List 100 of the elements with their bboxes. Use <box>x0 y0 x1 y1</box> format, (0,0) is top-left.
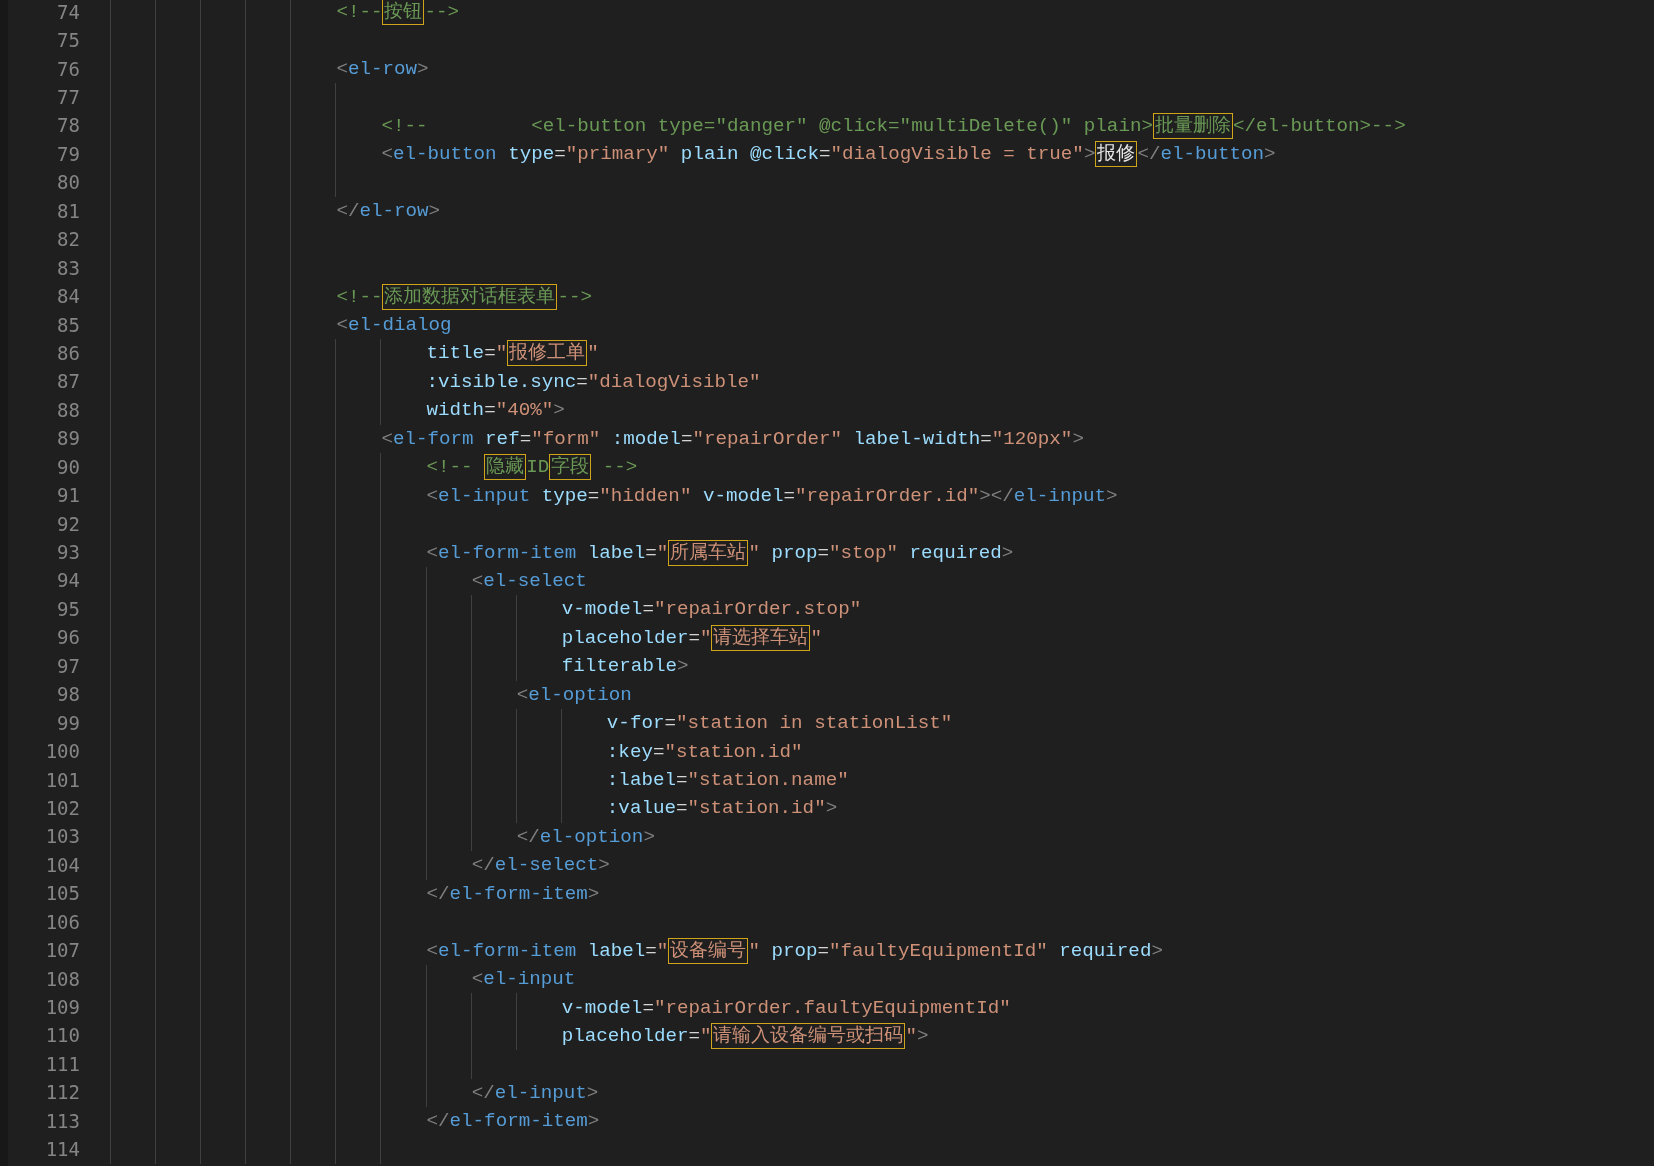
code-punctuation: = <box>664 711 676 736</box>
attribute-name: v-for <box>606 711 665 736</box>
attribute-name: :value <box>606 796 676 821</box>
code-comment: ID <box>526 455 550 480</box>
line-number: 85 <box>57 315 80 335</box>
attribute-name: width <box>426 398 485 423</box>
line-number: 104 <box>45 855 80 875</box>
tag-name: el-button <box>1160 142 1265 167</box>
code-punctuation: < <box>426 540 439 565</box>
code-punctuation: = <box>484 398 496 423</box>
line-number: 111 <box>45 1054 80 1074</box>
tag-name: el-select <box>494 853 599 878</box>
tag-name: el-row <box>359 199 429 224</box>
code-punctuation: < <box>336 57 348 82</box>
string-literal: "hidden" <box>599 483 692 508</box>
line-number: 79 <box>57 144 80 164</box>
line-number: 91 <box>57 486 80 506</box>
code-punctuation: < <box>471 967 484 992</box>
attribute-name: :visible.sync <box>426 369 577 394</box>
code-comment: <!-- <box>336 0 383 25</box>
attribute-name: v-model <box>561 597 643 622</box>
line-number: 83 <box>57 258 80 278</box>
code-punctuation: </ <box>516 824 540 849</box>
line-number: 96 <box>57 628 80 648</box>
line-number: 94 <box>57 571 80 591</box>
string-literal: " <box>699 1023 712 1048</box>
highlighted-comment-text: 添加数据对话框表单 <box>382 283 558 310</box>
highlighted-string-text: 请输入设备编号或扫码 <box>711 1022 906 1049</box>
code-comment: --> <box>557 284 592 309</box>
code-punctuation: < <box>336 313 348 338</box>
code-punctuation: = <box>688 625 700 650</box>
highlighted-text: 报修 <box>1095 141 1138 168</box>
code-punctuation: = <box>817 938 829 963</box>
attribute-name: v-model <box>701 483 784 508</box>
attribute-name: filterable <box>561 654 677 679</box>
code-punctuation: > <box>417 57 429 82</box>
string-literal: "repairOrder" <box>692 426 843 451</box>
highlighted-comment-text: 批量删除 <box>1152 112 1233 139</box>
code-comment: <!-- <box>426 455 474 480</box>
attribute-name: placeholder <box>561 625 689 650</box>
highlighted-string-text: 设备编号 <box>668 937 749 964</box>
code-punctuation: = <box>980 426 992 451</box>
attribute-name: label-width <box>852 426 981 451</box>
attribute-name: plain @click <box>679 142 820 167</box>
string-literal: "form" <box>531 426 601 451</box>
tag-name: el-option <box>528 682 632 707</box>
tag-name: el-row <box>347 57 417 82</box>
string-literal: "station.name" <box>687 768 849 793</box>
string-literal: "120px" <box>991 426 1073 451</box>
string-literal: " <box>699 625 712 650</box>
attribute-name: :label <box>606 768 676 793</box>
line-number: 90 <box>57 457 80 477</box>
code-punctuation: > <box>676 654 689 679</box>
line-number: 86 <box>57 343 80 363</box>
highlighted-string-text: 报修工单 <box>507 340 588 367</box>
tag-name: el-form-item <box>438 540 577 565</box>
attribute-name: placeholder <box>561 1023 689 1048</box>
code-punctuation: < <box>426 938 439 963</box>
line-number: 110 <box>45 1026 80 1046</box>
tag-name: el-input <box>483 967 576 992</box>
tag-name: el-input <box>1013 483 1106 508</box>
code-punctuation: </ <box>426 1109 450 1134</box>
tag-name: el-dialog <box>347 313 452 338</box>
code-comment: <!-- <box>336 284 383 309</box>
code-punctuation: = <box>675 796 688 821</box>
code-punctuation: > <box>587 1109 600 1134</box>
code-punctuation: > <box>643 824 655 849</box>
code-punctuation: < <box>471 568 484 593</box>
string-literal: "station.id" <box>664 739 803 764</box>
code-punctuation: = <box>645 938 657 963</box>
attribute-name: type <box>507 142 555 167</box>
highlighted-comment-text: 隐藏 <box>484 454 527 481</box>
line-number: 99 <box>57 713 80 733</box>
code-punctuation: > <box>553 398 565 423</box>
string-literal: "repairOrder.id" <box>795 483 980 508</box>
code-punctuation: ></ <box>979 483 1014 508</box>
highlighted-comment-text: 字段 <box>549 454 592 481</box>
code-punctuation: > <box>1001 540 1014 565</box>
code-punctuation: = <box>484 341 496 366</box>
line-number: 78 <box>57 116 80 136</box>
tag-name: el-input <box>438 483 531 508</box>
code-punctuation: = <box>680 426 693 451</box>
code-punctuation: > <box>598 853 610 878</box>
line-number: 107 <box>45 941 80 961</box>
tag-name: el-button <box>393 142 497 167</box>
line-number: 101 <box>45 770 80 790</box>
highlighted-string-text: 请选择车站 <box>711 624 811 651</box>
string-literal: " <box>495 341 508 366</box>
code-punctuation: > <box>917 1023 929 1048</box>
attribute-name: required <box>908 540 1002 565</box>
attribute-name: :key <box>606 739 653 764</box>
string-literal: " <box>656 540 669 565</box>
string-literal: " <box>810 625 822 650</box>
code-punctuation: = <box>645 540 657 565</box>
line-number: 113 <box>45 1111 80 1131</box>
string-literal: "40%" <box>495 398 554 423</box>
line-number: 103 <box>45 827 80 847</box>
tag-name: el-input <box>494 1080 587 1105</box>
string-literal: "faultyEquipmentId" <box>829 938 1048 963</box>
code-punctuation: = <box>554 142 566 167</box>
